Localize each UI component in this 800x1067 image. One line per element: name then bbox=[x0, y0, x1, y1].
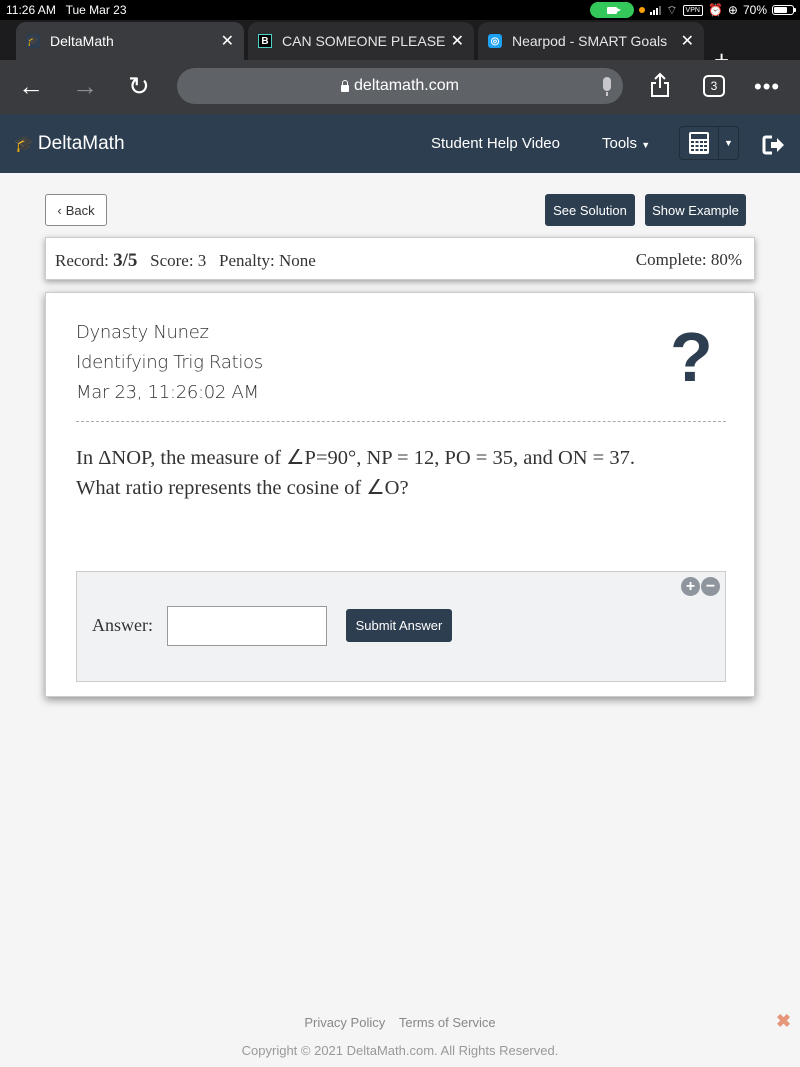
share-icon[interactable] bbox=[650, 72, 670, 98]
browser-tab-brainly[interactable]: B CAN SOMEONE PLEASE I ✕ bbox=[248, 22, 474, 60]
status-bar: 11:26 AM Tue Mar 23 ⌔ VPN ⏰ ⊕ 70% bbox=[0, 0, 800, 20]
caret-down-icon: ▼ bbox=[724, 138, 733, 148]
see-solution-button[interactable]: See Solution bbox=[545, 194, 635, 226]
chevron-left-icon: ‹ bbox=[57, 202, 62, 218]
close-icon[interactable]: ✖ bbox=[776, 1011, 791, 1032]
privacy-policy-link[interactable]: Privacy Policy bbox=[304, 1015, 385, 1030]
vpn-icon: VPN bbox=[682, 4, 703, 16]
zoom-out-icon[interactable]: − bbox=[701, 577, 720, 596]
problem-card: Dynasty Nunez Identifying Trig Ratios Ma… bbox=[45, 292, 755, 697]
caret-down-icon: ▼ bbox=[641, 140, 651, 150]
student-name: Dynasty Nunez bbox=[76, 322, 209, 343]
close-tab-icon[interactable]: ✕ bbox=[221, 31, 234, 51]
browser-toolbar: ← → ↻ deltamath.com 3 ••• bbox=[0, 60, 800, 114]
back-arrow-icon[interactable]: ← bbox=[18, 72, 44, 100]
browser-tab-nearpod[interactable]: ◎ Nearpod - SMART Goals ✕ bbox=[478, 22, 704, 60]
zoom-in-icon[interactable]: + bbox=[681, 577, 700, 596]
orientation-lock-icon: ⊕ bbox=[727, 3, 738, 17]
logout-icon[interactable] bbox=[762, 134, 786, 156]
footer-links: Privacy Policy Terms of Service bbox=[0, 1015, 800, 1030]
app-header: 🎓 DeltaMath Student Help Video Tools ▼ ▼ bbox=[0, 114, 800, 173]
calculator-dropdown-toggle[interactable]: ▼ bbox=[719, 127, 738, 159]
wifi-icon: ⌔ bbox=[666, 2, 678, 17]
browser-tab-bar: 🎓 DeltaMath ✕ B CAN SOMEONE PLEASE I ✕ ◎… bbox=[0, 20, 800, 74]
alarm-icon: ⏰ bbox=[707, 3, 723, 17]
help-question-icon[interactable]: ? bbox=[670, 317, 713, 397]
timestamp: Mar 23, 11:26:02 AM bbox=[76, 382, 259, 403]
close-tab-icon[interactable]: ✕ bbox=[681, 31, 694, 51]
answer-area: + − Answer: Submit Answer bbox=[76, 571, 726, 682]
copyright: Copyright © 2021 DeltaMath.com. All Righ… bbox=[241, 1043, 559, 1058]
back-button[interactable]: ‹ Back bbox=[45, 194, 107, 226]
record-bar: Record: 3/5 Score: 3 Penalty: None Compl… bbox=[45, 237, 755, 280]
answer-input[interactable] bbox=[167, 606, 327, 646]
browser-tab-deltamath[interactable]: 🎓 DeltaMath ✕ bbox=[16, 22, 244, 60]
show-example-button[interactable]: Show Example bbox=[645, 194, 746, 226]
divider bbox=[76, 421, 726, 422]
status-time: 11:26 AM Tue Mar 23 bbox=[6, 3, 127, 17]
deltamath-logo[interactable]: 🎓 DeltaMath bbox=[14, 133, 125, 155]
nearpod-icon: ◎ bbox=[488, 34, 502, 48]
cellular-signal-icon bbox=[650, 5, 662, 15]
calculator-button[interactable] bbox=[680, 127, 719, 159]
mic-indicator-icon bbox=[639, 7, 646, 13]
tools-menu[interactable]: Tools ▼ bbox=[602, 135, 650, 152]
zoom-controls: + − bbox=[681, 577, 720, 596]
battery-percent: 70% bbox=[742, 3, 767, 17]
main-content: ‹ Back See Solution Show Example Record:… bbox=[0, 173, 800, 1067]
record-stats: Record: 3/5 Score: 3 Penalty: None bbox=[55, 250, 316, 271]
camera-in-use-icon bbox=[590, 2, 635, 18]
graduation-cap-icon: 🎓 bbox=[26, 34, 40, 48]
answer-label: Answer: bbox=[92, 615, 153, 635]
graduation-cap-icon: 🎓 bbox=[14, 136, 34, 153]
more-options-icon[interactable]: ••• bbox=[754, 74, 780, 100]
calculator-icon bbox=[689, 132, 709, 154]
close-tab-icon[interactable]: ✕ bbox=[451, 31, 464, 51]
microphone-icon[interactable] bbox=[603, 77, 611, 96]
score: Score: 3 bbox=[150, 251, 207, 270]
record-value: 3/5 bbox=[113, 250, 138, 271]
forward-arrow-icon[interactable]: → bbox=[72, 72, 98, 100]
url-text: deltamath.com bbox=[354, 77, 459, 94]
complete-percent: Complete: 80% bbox=[635, 250, 742, 269]
student-help-video-link[interactable]: Student Help Video bbox=[431, 135, 560, 152]
lock-icon bbox=[341, 79, 350, 92]
reload-icon[interactable]: ↻ bbox=[128, 72, 150, 100]
submit-answer-button[interactable]: Submit Answer bbox=[346, 609, 452, 642]
tab-count-button[interactable]: 3 bbox=[703, 75, 725, 97]
topic-title: Identifying Trig Ratios bbox=[76, 352, 263, 373]
address-bar[interactable]: deltamath.com bbox=[177, 68, 623, 104]
penalty: Penalty: None bbox=[219, 251, 316, 270]
terms-of-service-link[interactable]: Terms of Service bbox=[399, 1015, 496, 1030]
brainly-icon: B bbox=[258, 34, 272, 48]
question-text: In ΔNOP, the measure of ∠P=90°, NP = 12,… bbox=[76, 447, 635, 499]
battery-icon bbox=[772, 5, 796, 15]
problem-meta: Dynasty Nunez Identifying Trig Ratios Ma… bbox=[76, 318, 263, 408]
calculator-button-group: ▼ bbox=[679, 126, 739, 160]
